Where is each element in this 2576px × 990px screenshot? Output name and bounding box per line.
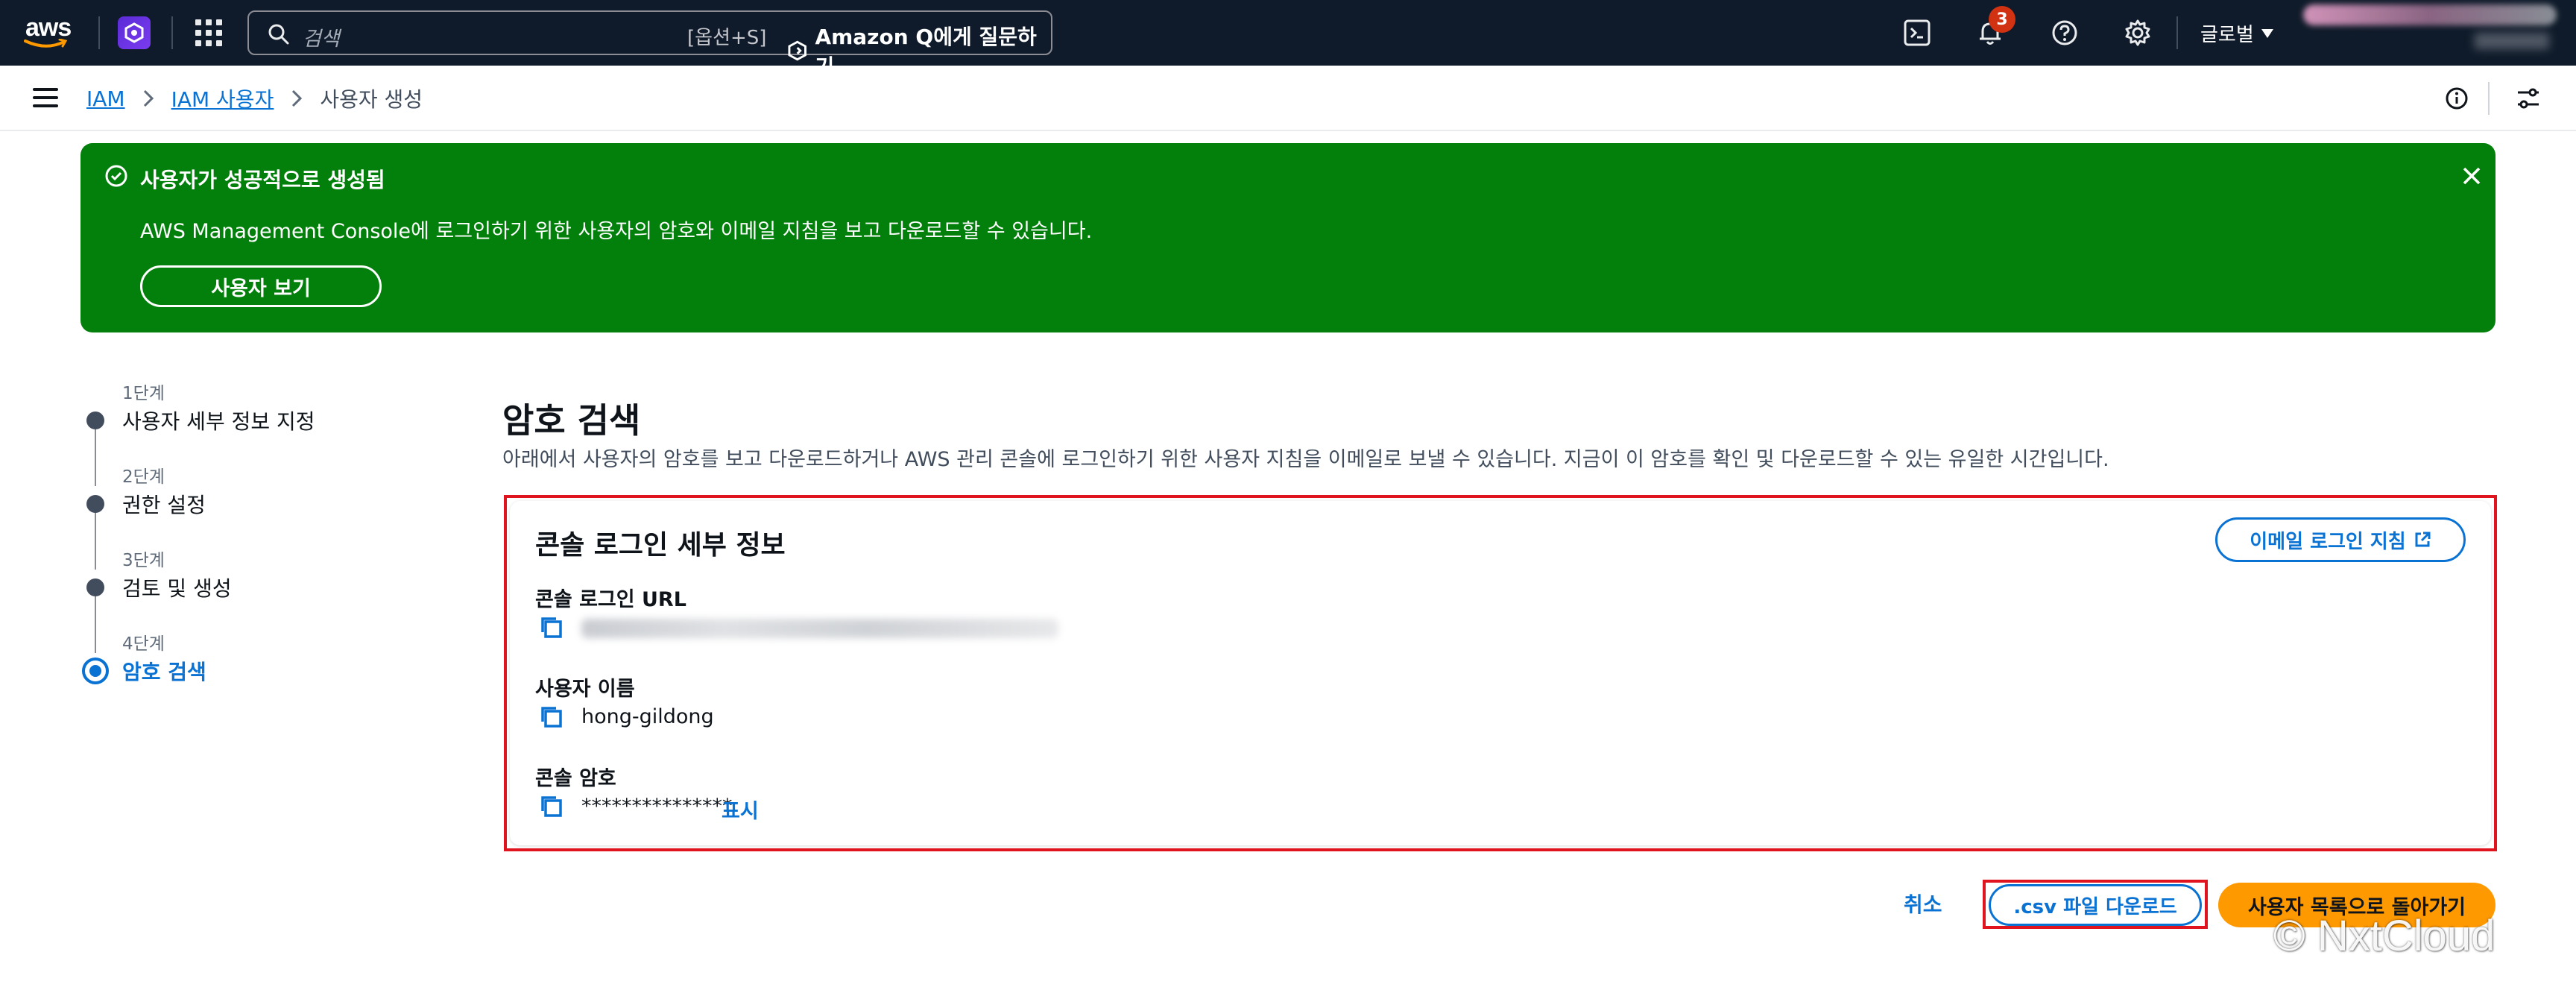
step-connector xyxy=(95,504,96,570)
info-icon[interactable] xyxy=(2445,86,2469,110)
page-title: 암호 검색 xyxy=(502,400,641,441)
username-value: hong-gildong xyxy=(581,705,714,728)
page-description: 아래에서 사용자의 암호를 보고 다운로드하거나 AWS 관리 콘솔에 로그인하… xyxy=(502,448,2109,471)
step-label: 사용자 세부 정보 지정 xyxy=(122,409,315,434)
breadcrumb-current: 사용자 생성 xyxy=(320,87,423,112)
breadcrumb-iam-users[interactable]: IAM 사용자 xyxy=(171,83,274,113)
caret-down-icon xyxy=(2261,28,2273,38)
check-circle-icon xyxy=(105,165,127,187)
step-dot xyxy=(86,495,104,513)
top-navigation: aws 검색 [옵션+S] Amazon Q에게 질문하기 3 글로벌 xyxy=(0,0,2576,79)
close-icon[interactable] xyxy=(2458,163,2485,189)
hamburger-icon[interactable] xyxy=(33,88,58,109)
step-dot xyxy=(86,578,104,596)
nav-divider xyxy=(2176,16,2178,49)
region-label: 글로벌 xyxy=(2200,24,2254,46)
download-csv-button[interactable]: .csv 파일 다운로드 xyxy=(1989,884,2202,926)
success-flash-banner: 사용자가 성공적으로 생성됨 AWS Management Console에 로… xyxy=(80,143,2496,332)
search-icon xyxy=(268,24,289,45)
external-link-icon xyxy=(2415,532,2431,547)
app-switcher-icon[interactable] xyxy=(118,16,151,49)
flash-message: AWS Management Console에 로그인하기 위한 사용자의 암호… xyxy=(140,220,1093,243)
view-user-button[interactable]: 사용자 보기 xyxy=(140,265,382,307)
nav-divider xyxy=(171,16,173,49)
account-id-blurred xyxy=(2475,33,2549,49)
step-number: 2단계 xyxy=(122,467,165,487)
amazon-q-icon xyxy=(788,40,806,61)
copy-icon[interactable] xyxy=(538,704,565,731)
step-connector xyxy=(95,420,96,486)
region-selector[interactable]: 글로벌 xyxy=(2200,19,2273,47)
email-button-label: 이메일 로그인 지침 xyxy=(2250,530,2406,553)
copy-icon[interactable] xyxy=(538,614,565,641)
show-password-link[interactable]: 표시 xyxy=(722,795,759,824)
console-login-details-panel: 콘솔 로그인 세부 정보 이메일 로그인 지침 콘솔 로그인 URL 사용자 이… xyxy=(504,495,2497,851)
step-dot xyxy=(86,412,104,429)
flash-title: 사용자가 성공적으로 생성됨 xyxy=(140,168,385,192)
username-label: 사용자 이름 xyxy=(535,678,635,701)
step-label: 권한 설정 xyxy=(122,493,206,517)
password-value: *************** xyxy=(581,795,733,818)
step-connector xyxy=(95,587,96,653)
watermark: © NxtCloud xyxy=(2273,912,2496,960)
help-icon[interactable] xyxy=(2050,18,2080,48)
services-grid-icon[interactable] xyxy=(195,19,222,46)
password-label: 콘솔 암호 xyxy=(535,767,616,790)
step-number: 3단계 xyxy=(122,551,165,570)
chevron-right-icon xyxy=(143,89,154,107)
breadcrumb-bar: IAM IAM 사용자 사용자 생성 xyxy=(0,66,2576,131)
breadcrumb-iam[interactable]: IAM xyxy=(86,86,125,111)
gear-icon[interactable] xyxy=(2123,18,2153,48)
email-login-instructions-button[interactable]: 이메일 로그인 지침 xyxy=(2215,517,2466,562)
copy-icon[interactable] xyxy=(538,793,565,820)
csv-download-highlight: .csv 파일 다운로드 xyxy=(1983,880,2208,929)
search-shortcut: [옵션+S] xyxy=(687,27,767,49)
preferences-icon[interactable] xyxy=(2515,85,2542,112)
search-bar[interactable]: 검색 [옵션+S] Amazon Q에게 질문하기 xyxy=(247,10,1052,79)
search-placeholder: 검색 xyxy=(303,28,340,51)
nav-divider xyxy=(98,16,100,49)
step-label: 암호 검색 xyxy=(122,660,206,684)
divider xyxy=(2488,82,2490,115)
cloudshell-icon[interactable] xyxy=(1902,18,1932,48)
panel-container xyxy=(510,501,2491,845)
aws-logo[interactable]: aws xyxy=(22,13,75,52)
cancel-button[interactable]: 취소 xyxy=(1904,889,1942,918)
aws-smile-icon xyxy=(24,39,68,48)
step-number: 4단계 xyxy=(122,634,165,654)
step-dot-active xyxy=(82,658,109,684)
panel-title: 콘솔 로그인 세부 정보 xyxy=(535,530,786,561)
chevron-right-icon xyxy=(292,89,303,107)
breadcrumb: IAM IAM 사용자 사용자 생성 xyxy=(86,83,423,113)
console-url-value-blurred xyxy=(581,619,1058,638)
step-label: 검토 및 생성 xyxy=(122,576,232,601)
step-number: 1단계 xyxy=(122,384,165,403)
notification-badge: 3 xyxy=(1989,6,2015,33)
console-url-label: 콘솔 로그인 URL xyxy=(535,588,686,611)
account-menu[interactable] xyxy=(2303,4,2557,25)
